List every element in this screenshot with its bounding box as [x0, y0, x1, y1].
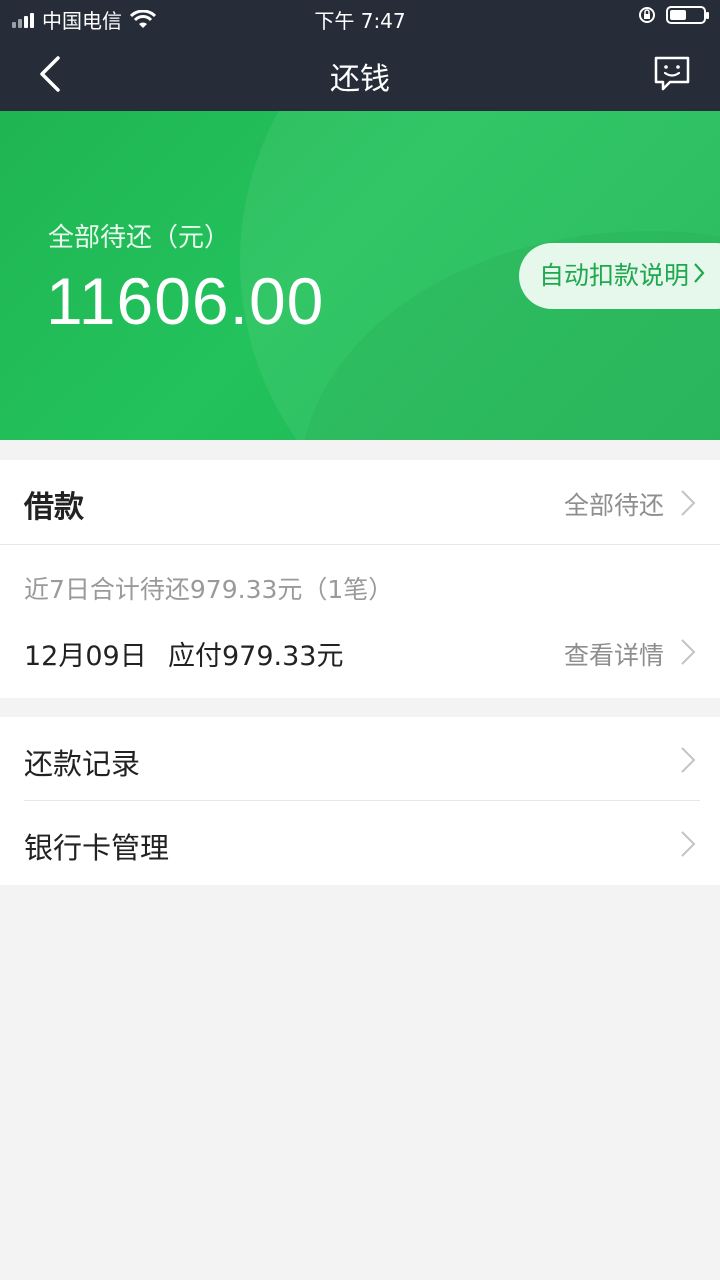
auto-debit-info-button[interactable]: 自动扣款说明 [519, 243, 720, 309]
due-amount: 应付979.33元 [168, 641, 344, 672]
due-date: 12月09日 [24, 641, 147, 672]
menu-item-label: 还款记录 [24, 747, 141, 781]
auto-debit-label: 自动扣款说明 [539, 261, 690, 290]
status-right [638, 6, 709, 24]
loan-title: 借款 [24, 490, 84, 525]
total-pending-label: 全部待还（元） [48, 223, 231, 253]
chevron-right-icon [681, 490, 696, 516]
rotation-lock-icon [639, 7, 655, 23]
status-bar: 中国电信 下午 7:47 [0, 0, 720, 36]
total-pending-amount: 11606.00 [46, 264, 325, 338]
chat-smile-icon[interactable] [652, 54, 692, 94]
menu-item-label: 银行卡管理 [24, 831, 170, 865]
week-summary: 近7日合计待还979.33元（1笔） [24, 575, 394, 604]
chevron-right-icon [694, 263, 705, 283]
chevron-right-icon [681, 747, 696, 773]
view-details-link[interactable]: 查看详情 [564, 636, 664, 672]
chevron-right-icon [681, 831, 696, 857]
chevron-right-icon[interactable] [680, 638, 696, 666]
battery-icon [666, 6, 709, 24]
menu-item-repayment-records[interactable]: 还款记录 [0, 717, 720, 801]
menu-item-bank-cards[interactable]: 银行卡管理 [0, 801, 720, 885]
nav-bar: 还钱 [0, 36, 720, 111]
page-title: 还钱 [330, 62, 390, 97]
loan-card: 借款 全部待还 近7日合计待还979.33元（1笔） 12月09日 应付979.… [0, 460, 720, 698]
all-pending-link[interactable]: 全部待还 [564, 486, 664, 522]
loan-header-row[interactable]: 借款 全部待还 [0, 460, 720, 545]
battery-level [670, 10, 686, 20]
menu-card: 还款记录 银行卡管理 [0, 717, 720, 885]
total-balance-banner: 全部待还（元） 11606.00 自动扣款说明 [0, 111, 720, 440]
status-time: 下午 7:47 [314, 9, 406, 33]
